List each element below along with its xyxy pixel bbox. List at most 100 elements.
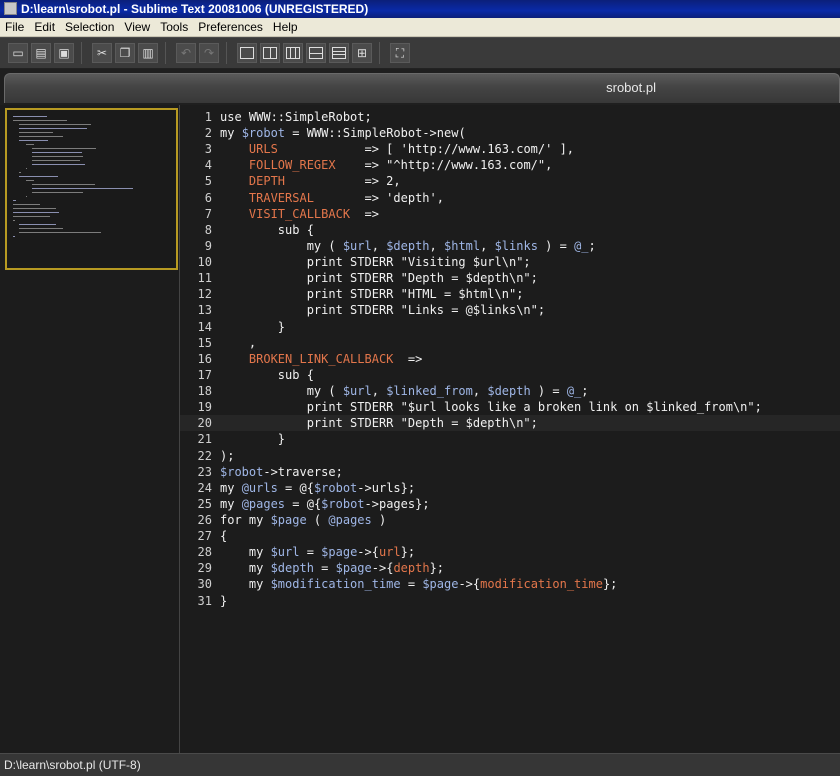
copy-button[interactable]: ❐ — [115, 43, 135, 63]
code-line[interactable]: 25 my @pages = @{$robot->pages}; — [180, 496, 840, 512]
cut-button[interactable]: ✂ — [92, 43, 112, 63]
code-line[interactable]: 23 $robot->traverse; — [180, 464, 840, 480]
line-number: 20 — [197, 416, 212, 431]
copy-icon: ❐ — [119, 46, 131, 60]
save-icon: ▣ — [58, 46, 70, 60]
status-text: D:\learn\srobot.pl (UTF-8) — [4, 758, 141, 772]
code-line[interactable]: 10 print STDERR "Visiting $url\n"; — [180, 254, 840, 270]
fullscreen-button[interactable]: ⛶ — [390, 43, 410, 63]
line-number: 29 — [197, 561, 212, 576]
code-line[interactable]: 26 for my $page ( @pages ) — [180, 512, 840, 528]
code-text: print STDERR "$url looks like a broken l… — [220, 400, 762, 415]
menu-edit[interactable]: Edit — [29, 20, 60, 34]
code-text: FOLLOW_REGEX => "^http://www.163.com/", — [248, 158, 553, 173]
open-file-icon: ▤ — [35, 46, 47, 60]
code-line[interactable]: 4 FOLLOW_REGEX => "^http://www.163.com/"… — [180, 157, 840, 173]
tab-srobot[interactable]: srobot.pl — [4, 73, 840, 103]
code-text: my $url = $page->{url}; — [220, 545, 416, 560]
minimap-line — [13, 204, 41, 205]
paste-icon: ▥ — [142, 46, 154, 60]
menu-selection[interactable]: Selection — [60, 20, 119, 34]
layout-three-rows-icon — [332, 47, 346, 59]
layout-single-button[interactable] — [237, 43, 257, 63]
code-line[interactable]: 5 DEPTH => 2, — [180, 173, 840, 189]
code-line[interactable]: 16 BROKEN_LINK_CALLBACK => — [180, 351, 840, 367]
minimap-line — [19, 140, 49, 141]
code-line[interactable]: 6 TRAVERSAL => 'depth', — [180, 190, 840, 206]
code-text: print STDERR "Links = @$links\n"; — [220, 303, 546, 318]
code-line[interactable]: 31} — [180, 593, 840, 609]
code-line[interactable]: 9 my ( $url, $depth, $html, $links ) = @… — [180, 238, 840, 254]
code-line[interactable]: 15 , — [180, 335, 840, 351]
menu-preferences[interactable]: Preferences — [193, 20, 268, 34]
code-line[interactable]: 29 my $depth = $page->{depth}; — [180, 560, 840, 576]
code-line[interactable]: 8 sub { — [180, 222, 840, 238]
code-line[interactable]: 22); — [180, 448, 840, 464]
code-line[interactable]: 19 print STDERR "$url looks like a broke… — [180, 399, 840, 415]
line-number: 7 — [204, 206, 212, 221]
code-line[interactable]: 11 print STDERR "Depth = $depth\n"; — [180, 270, 840, 286]
new-file-button[interactable]: ▭ — [8, 43, 28, 63]
code-line[interactable]: 21 } — [180, 431, 840, 447]
menu-file[interactable]: File — [0, 20, 29, 34]
line-number: 22 — [197, 448, 212, 463]
redo-icon: ↷ — [203, 46, 215, 60]
layout-two-rows-button[interactable] — [306, 43, 326, 63]
layout-three-rows-button[interactable] — [329, 43, 349, 63]
code-line[interactable]: 17 sub { — [180, 367, 840, 383]
code-line[interactable]: 13 print STDERR "Links = @$links\n"; — [180, 302, 840, 318]
code-text: { — [220, 529, 228, 544]
code-line[interactable]: 12 print STDERR "HTML = $html\n"; — [180, 286, 840, 302]
minimap-line — [13, 120, 68, 121]
paste-button[interactable]: ▥ — [138, 43, 158, 63]
code-text: sub { — [220, 367, 314, 382]
menu-bar: File Edit Selection View Tools Preferenc… — [0, 18, 840, 37]
code-line[interactable]: 18 my ( $url, $linked_from, $depth ) = @… — [180, 383, 840, 399]
minimap-line — [25, 180, 34, 181]
code-editor[interactable]: 1 use WWW::SimpleRobot; 2 my $robot = WWW::… — [180, 105, 840, 753]
code-line[interactable]: 20 print STDERR "Depth = $depth\n"; — [180, 415, 840, 432]
code-line[interactable]: 28 my $url = $page->{url}; — [180, 544, 840, 560]
layout-three-columns-icon — [286, 47, 300, 59]
line-number: 13 — [197, 303, 212, 318]
minimap-line — [19, 172, 21, 173]
layout-grid-button[interactable]: ⊞ — [352, 43, 372, 63]
code-line[interactable]: 3 URLS => [ 'http://www.163.com/' ], — [180, 141, 840, 157]
minimap-line — [25, 196, 28, 197]
code-line[interactable]: 24 my @urls = @{$robot->urls}; — [180, 480, 840, 496]
minimap-pane[interactable] — [0, 105, 180, 753]
code-line[interactable]: 1 use WWW::SimpleRobot; — [180, 109, 840, 125]
minimap-line — [19, 228, 63, 229]
line-number: 17 — [197, 367, 212, 382]
menu-tools[interactable]: Tools — [155, 20, 193, 34]
code-line[interactable]: 2 my $robot = WWW::SimpleRobot->new( — [180, 125, 840, 141]
code-line[interactable]: 14 } — [180, 319, 840, 335]
code-line[interactable]: 30 my $modification_time = $page->{modif… — [180, 576, 840, 592]
layout-three-columns-button[interactable] — [283, 43, 303, 63]
minimap-line — [32, 184, 95, 185]
line-number: 16 — [197, 351, 212, 366]
minimap-line — [13, 208, 57, 209]
line-number: 26 — [197, 513, 212, 527]
minimap-line — [25, 168, 28, 169]
code-text: print STDERR "HTML = $html\n"; — [220, 287, 524, 302]
code-text: , — [220, 335, 257, 350]
save-button[interactable]: ▣ — [54, 43, 74, 63]
code-text: my $depth = $page->{depth}; — [220, 561, 445, 576]
line-number: 8 — [204, 222, 212, 237]
code-line[interactable]: 7 VISIT_CALLBACK => — [180, 206, 840, 222]
code-text: my $modification_time = $page->{modifica… — [220, 577, 618, 592]
window-title: D:\learn\srobot.pl - Sublime Text 200810… — [21, 2, 369, 16]
redo-button[interactable]: ↷ — [199, 43, 219, 63]
menu-help[interactable]: Help — [268, 20, 303, 34]
toolbar-separator — [81, 42, 88, 64]
code-line[interactable]: 27 { — [180, 528, 840, 544]
open-file-button[interactable]: ▤ — [31, 43, 51, 63]
code-text: TRAVERSAL => 'depth', — [248, 190, 444, 205]
line-number: 11 — [197, 271, 212, 286]
layout-two-columns-button[interactable] — [260, 43, 280, 63]
minimap-line — [32, 160, 81, 161]
menu-view[interactable]: View — [119, 20, 155, 34]
undo-button[interactable]: ↶ — [176, 43, 196, 63]
minimap-viewport[interactable] — [5, 108, 178, 270]
